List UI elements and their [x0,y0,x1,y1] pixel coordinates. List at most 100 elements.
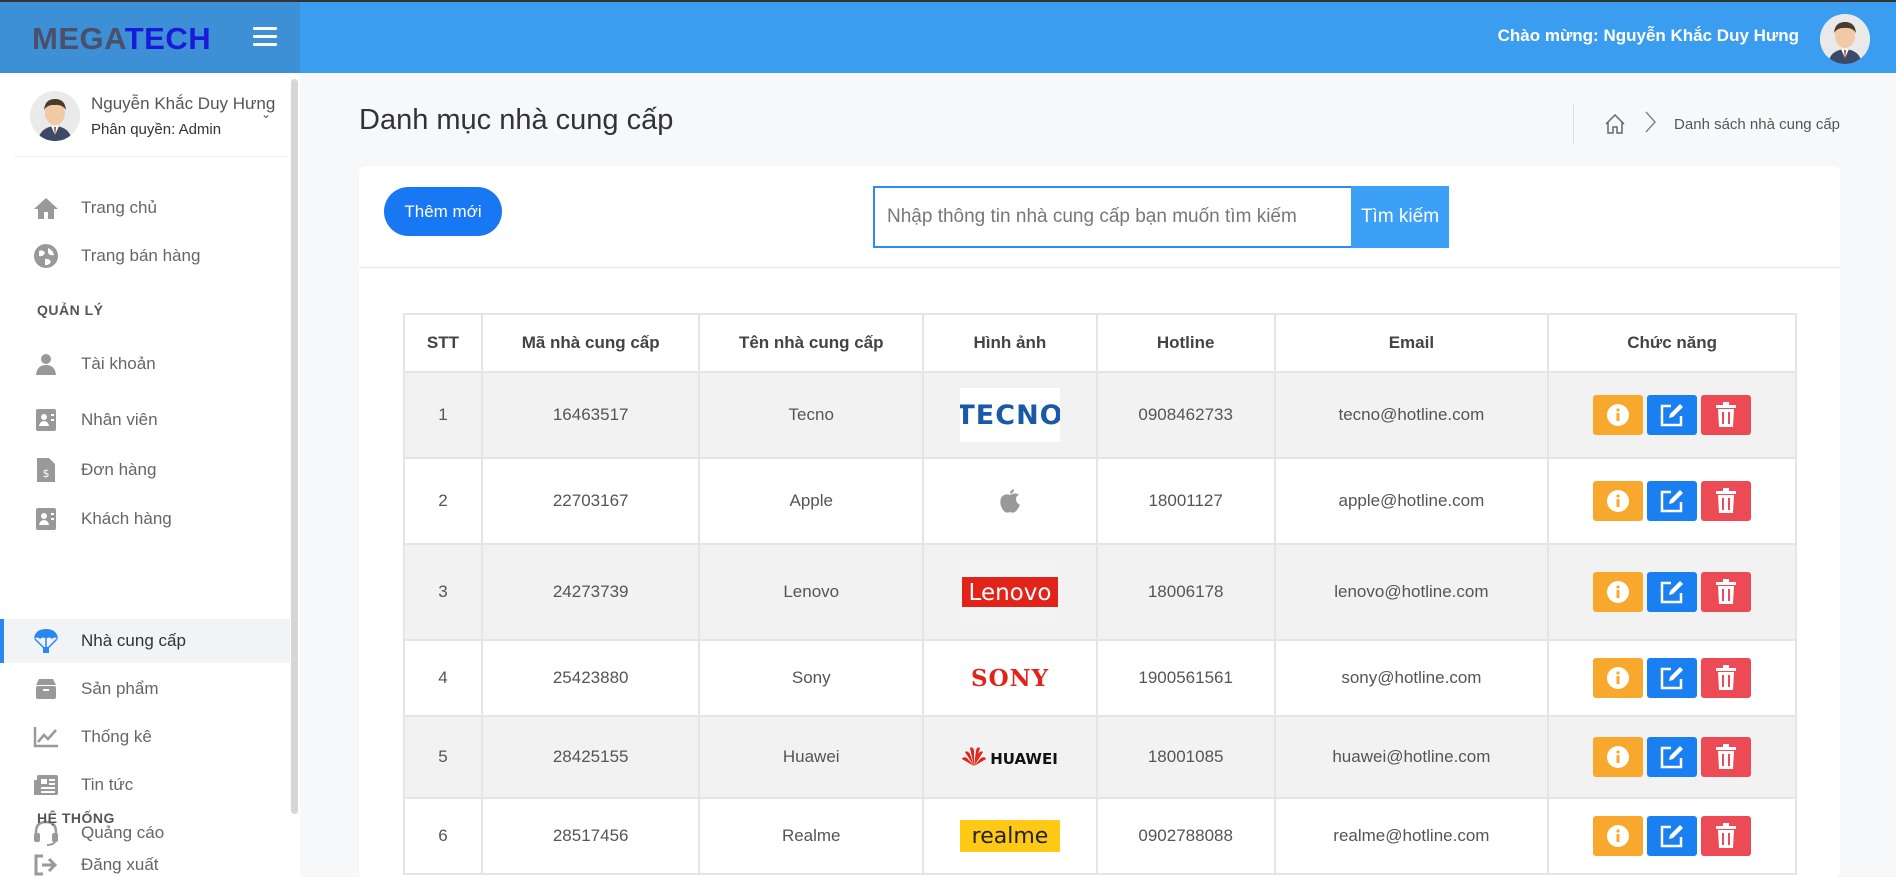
cell-stt: 6 [403,797,483,875]
sidebar-item-suppliers[interactable]: Nhà cung cấp [0,619,290,663]
search-button[interactable]: Tìm kiếm [1351,186,1449,248]
edit-button[interactable] [1647,395,1698,435]
home-icon[interactable] [1604,113,1626,135]
user-role: Phân quyền: Admin [91,121,222,138]
cell-email: apple@hotline.com [1273,457,1550,545]
sidebar-item-news[interactable]: Tin tức [0,763,290,807]
section-system: HỆ THỐNG [37,810,115,826]
sidebar-item-employees[interactable]: Nhân viên [0,398,290,442]
cell-actions [1547,715,1797,799]
sidebar-item-label: Thống kê [81,727,152,746]
hamburger-menu-icon[interactable] [253,27,277,47]
user-icon [32,350,60,378]
edit-button[interactable] [1647,481,1698,521]
delete-button[interactable] [1701,572,1752,612]
trash-icon [1716,488,1737,513]
sidebar-item-orders[interactable]: $ Đơn hàng [0,448,290,492]
edit-icon [1660,404,1684,427]
sidebar-item-label: Nhân viên [81,410,158,429]
cell-actions [1547,371,1797,459]
info-button[interactable] [1593,481,1644,521]
trash-icon [1716,402,1737,427]
trash-icon [1716,579,1737,604]
sidebar: Nguyễn Khắc Duy Hưng Phân quyền: Admin ⌄… [0,73,300,877]
page-title: Danh mục nhà cung cấp [359,104,674,136]
column-header: Mã nhà cung cấp [480,313,701,373]
table-row: 3 24273739 Lenovo Lenovo 18006178 lenovo… [403,543,1797,641]
brand-logo[interactable]: MEGATECH [32,21,211,57]
sidebar-item-products[interactable]: Sản phẩm [0,667,290,711]
sidebar-item-label: Quảng cáo [81,823,165,842]
delete-button[interactable] [1701,395,1752,435]
edit-icon [1660,825,1684,848]
apple-logo [1000,489,1020,513]
newspaper-icon [32,771,60,799]
sidebar-scrollbar[interactable] [291,79,298,814]
top-header: MEGATECH Chào mừng: Nguyễn Khắc Duy Hưng [0,0,1896,73]
cell-code: 22703167 [480,457,701,545]
section-manage: QUẢN LÝ [37,302,104,318]
cell-image: Lenovo [922,543,1098,641]
search-input[interactable] [873,186,1351,248]
sidebar-user-panel[interactable]: Nguyễn Khắc Duy Hưng Phân quyền: Admin ⌄ [15,83,287,157]
cell-email: huawei@hotline.com [1273,715,1550,799]
user-name: Nguyễn Khắc Duy Hưng [91,94,276,113]
edit-icon [1660,581,1684,604]
realme-logo: realme [959,820,1060,852]
column-header: Chức năng [1547,313,1797,373]
welcome-text: Chào mừng: Nguyễn Khắc Duy Hưng [1497,26,1799,45]
edit-button[interactable] [1647,737,1698,777]
sidebar-item-statistics[interactable]: Thống kê [0,715,290,759]
box-icon [32,675,60,703]
sidebar-item-customers[interactable]: Khách hàng [0,497,290,541]
column-header: Email [1273,313,1550,373]
cell-hotline: 0902788088 [1095,797,1276,875]
sidebar-item-logout[interactable]: Đăng xuất [0,843,290,877]
cell-name: Huawei [698,715,924,799]
trash-icon [1716,665,1737,690]
sidebar-item-accounts[interactable]: Tài khoản [0,342,290,386]
cell-code: 16463517 [480,371,701,459]
chevron-down-icon[interactable]: ⌄ [261,107,271,121]
sidebar-item-label: Sản phẩm [81,679,159,698]
header-avatar[interactable] [1820,14,1870,64]
svg-text:SONY: SONY [971,665,1049,692]
edit-icon [1660,746,1684,769]
cell-stt: 4 [403,639,483,717]
invoice-icon: $ [32,456,60,484]
info-icon [1607,581,1630,603]
info-button[interactable] [1593,658,1644,698]
cell-hotline: 18001085 [1095,715,1276,799]
sidebar-item-home[interactable]: Trang chủ [0,186,290,230]
brand-area: MEGATECH [0,2,300,73]
cell-image: realme [922,797,1098,875]
table-row: 1 16463517 Tecno TECNO 0908462733 tecno@… [403,371,1797,459]
chevron-right-icon [1644,110,1657,138]
sidebar-item-label: Tin tức [81,775,134,794]
edit-button[interactable] [1647,658,1698,698]
logout-icon [32,851,60,877]
cell-email: realme@hotline.com [1273,797,1550,875]
delete-button[interactable] [1701,816,1752,856]
svg-text:TECNO: TECNO [960,400,1060,431]
address-book-icon [32,505,60,533]
info-button[interactable] [1593,572,1644,612]
edit-button[interactable] [1647,572,1698,612]
sidebar-item-shop[interactable]: Trang bán hàng [0,234,290,278]
line-chart-icon [32,723,60,751]
contact-card-icon [32,406,60,434]
info-button[interactable] [1593,737,1644,777]
delete-button[interactable] [1701,737,1752,777]
globe-icon [32,242,60,270]
info-button[interactable] [1593,395,1644,435]
trash-icon [1716,744,1737,769]
sidebar-item-label: Đăng xuất [81,855,159,874]
edit-button[interactable] [1647,816,1698,856]
cell-name: Tecno [698,371,924,459]
delete-button[interactable] [1701,481,1752,521]
cell-code: 25423880 [480,639,701,717]
brand-logo-mega: MEGA [32,21,125,56]
delete-button[interactable] [1701,658,1752,698]
info-button[interactable] [1593,816,1644,856]
add-new-button[interactable]: Thêm mới [384,187,502,236]
